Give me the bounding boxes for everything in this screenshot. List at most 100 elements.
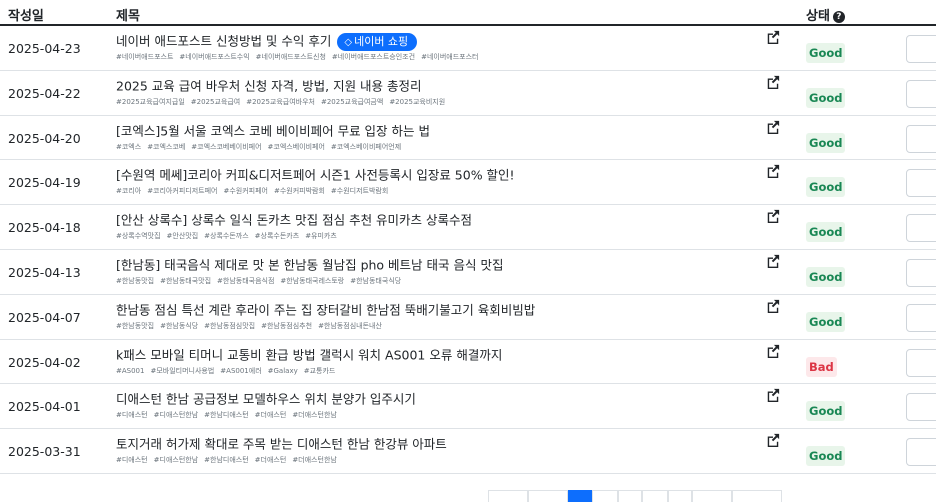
hashtag[interactable]: #Galaxy [268,367,298,375]
post-title-link[interactable]: k패스 모바일 티머니 교통비 환급 방법 갤럭시 워치 AS001 오류 해결… [116,347,502,362]
hashtag[interactable]: #상록수돈까스 [204,232,249,240]
hashtag[interactable]: #디애스턴 [116,456,148,464]
hashtag[interactable]: #네이버애드포스트수익 [179,53,249,61]
hashtag[interactable]: #더애스턴한남 [292,411,337,419]
row-input-field[interactable] [906,79,936,108]
hashtag[interactable]: #네이버애드포스터 [421,53,478,61]
hashtag[interactable]: #코엑스베이비페어언제 [331,143,401,151]
status-badge: Good [806,446,846,467]
hashtag[interactable]: #코엑스 [116,143,141,151]
row-input-field[interactable] [906,169,936,198]
row-input-field[interactable] [906,348,936,377]
hashtag[interactable]: #수원커피박람회 [274,187,325,195]
external-link-icon[interactable] [766,164,780,179]
post-title-cell: 2025 교육 급여 바우처 신청 자격, 방법, 지원 내용 총정리 #2025… [116,77,756,107]
hashtag[interactable]: #네이버애드포스트승인조건 [332,53,415,61]
hashtag[interactable]: #2025교육비지원 [389,98,445,106]
hashtag[interactable]: #더애스턴한남 [292,456,337,464]
post-date: 2025-04-18 [8,220,81,236]
pagination-page[interactable] [528,490,568,502]
post-title-link[interactable]: [수원역 메쎄]코리아 커피&디저트페어 시즌1 사전등록시 입장료 50% 할… [116,168,515,183]
external-link-icon[interactable] [766,388,780,403]
external-link-icon[interactable] [766,254,780,268]
hashtag[interactable]: #수원디저트박람회 [331,187,388,195]
hashtag[interactable]: #디애스턴 [116,411,148,419]
pagination-next[interactable] [732,490,782,502]
external-link-icon[interactable] [766,433,780,448]
hashtag[interactable]: #모바일티머니사용법 [150,367,214,375]
post-title-link[interactable]: 디애스턴 한남 공급정보 모델하우스 위치 분양가 입주시기 [116,392,416,407]
post-title-link[interactable]: 네이버 애드포스트 신청방법 및 수익 후기 [116,34,331,49]
hashtag[interactable]: #코엑스코베 [147,143,185,151]
row-input-field[interactable] [906,303,936,332]
external-link-icon[interactable] [766,299,780,313]
hashtag[interactable]: #수원커피페어 [223,187,268,195]
hashtag[interactable]: #디애스턴한남 [154,411,199,419]
hashtag[interactable]: #한남동점심추천 [261,322,312,330]
hashtag[interactable]: #유미카츠 [305,232,337,240]
hashtag[interactable]: #2025교육급여지급일 [116,98,185,106]
hashtag[interactable]: #안산맛집 [167,232,199,240]
post-title-link[interactable]: [안산 상록수] 상록수 일식 돈카츠 맛집 점심 추천 유미카츠 상록수점 [116,213,472,228]
hashtag[interactable]: #한남동태국식당 [350,277,401,285]
hashtag[interactable]: #한남동식당 [160,322,198,330]
pagination-prev[interactable] [488,490,528,502]
pagination-page[interactable] [618,490,642,502]
hashtag[interactable]: #2025교육급여금액 [321,98,383,106]
row-input-field[interactable] [906,124,936,153]
hashtag[interactable]: #코리아 [116,187,141,195]
hashtag[interactable]: #2025교육급여바우처 [246,98,315,106]
hashtag[interactable]: #한남디애스턴 [204,456,249,464]
hashtag[interactable]: #2025교육급여 [191,98,240,106]
pagination-page[interactable] [642,490,668,502]
hashtag[interactable]: #한남동맛집 [116,322,154,330]
hashtag[interactable]: #상록수역맛집 [116,232,161,240]
hashtag[interactable]: #상록수돈카츠 [255,232,300,240]
external-link-icon[interactable] [766,344,780,358]
post-title-link[interactable]: 토지거래 허가제 확대로 주목 받는 디애스턴 한남 한강뷰 아파트 [116,437,447,452]
row-input-field[interactable] [906,438,936,467]
hashtag[interactable]: #한남동점심내돈내산 [318,322,382,330]
post-title-link[interactable]: 2025 교육 급여 바우처 신청 자격, 방법, 지원 내용 총정리 [116,78,422,93]
row-input-field[interactable] [906,259,936,287]
hashtag[interactable]: #네이버애드포스트 [116,53,173,61]
external-link-icon[interactable] [766,30,780,44]
hashtag[interactable]: #교통카드 [304,367,336,375]
pagination-page[interactable] [668,490,692,502]
post-title-cell: 한남동 점심 특선 계란 후라이 주는 집 장터갈비 한남점 뚝배기불고기 육회… [116,301,756,331]
row-input-field[interactable] [906,35,936,63]
hashtag[interactable]: #AS001에러 [220,367,261,375]
hashtag[interactable]: #네이버애드포스트신청 [256,53,326,61]
hashtag[interactable]: #한남동태국레스토랑 [280,277,344,285]
pagination-page-active[interactable] [568,490,592,502]
hashtag[interactable]: #디애스턴한남 [154,456,199,464]
hashtag[interactable]: #한남동점심맛집 [204,322,255,330]
pagination-page[interactable] [692,490,732,502]
post-title-link[interactable]: [한남동] 태국음식 제대로 맛 본 한남동 월남집 pho 베트남 태국 음식… [116,258,503,273]
post-title-link[interactable]: 한남동 점심 특선 계란 후라이 주는 집 장터갈비 한남점 뚝배기불고기 육회… [116,302,535,317]
external-link-icon[interactable] [766,120,780,134]
hashtag-list: #AS001 #모바일티머니사용법 #AS001에러 #Galaxy #교통카드 [116,366,756,376]
row-input-field[interactable] [906,393,936,422]
hashtag[interactable]: #한남동태국음식점 [217,277,274,285]
pagination-page[interactable] [592,490,618,502]
status-badge: Good [806,222,846,243]
category-chip[interactable]: ◇ 네이버 쇼핑 [337,32,418,51]
hashtag[interactable]: #코엑스코베베이비페어 [191,143,261,151]
hashtag[interactable]: #더애스턴 [255,411,287,419]
external-link-icon[interactable] [766,75,780,89]
hashtag[interactable]: #더애스턴 [255,456,287,464]
hashtag[interactable]: #AS001 [116,367,144,375]
hashtag[interactable]: #한남디애스턴 [204,411,249,419]
question-circle-icon[interactable]: ? [832,11,845,23]
status-badge: Good [806,43,846,63]
post-title-link[interactable]: [코엑스]5월 서울 코엑스 코베 베이비페어 무료 입장 하는 법 [116,123,430,138]
hashtag[interactable]: #한남동맛집 [116,277,154,285]
row-input-field[interactable] [906,214,936,243]
external-link-icon[interactable] [766,209,780,224]
hashtag[interactable]: #한남동태국맛집 [160,277,211,285]
hashtag[interactable]: #코리아커피디저트페어 [147,187,217,195]
post-title-cell: 토지거래 허가제 확대로 주목 받는 디애스턴 한남 한강뷰 아파트 #디애스턴 #… [116,435,756,465]
hashtag-list: #코엑스 #코엑스코베 #코엑스코베베이비페어 #코엑스베이비페어 #코엑스베이비페어언… [116,142,756,152]
hashtag[interactable]: #코엑스베이비페어 [268,143,325,151]
